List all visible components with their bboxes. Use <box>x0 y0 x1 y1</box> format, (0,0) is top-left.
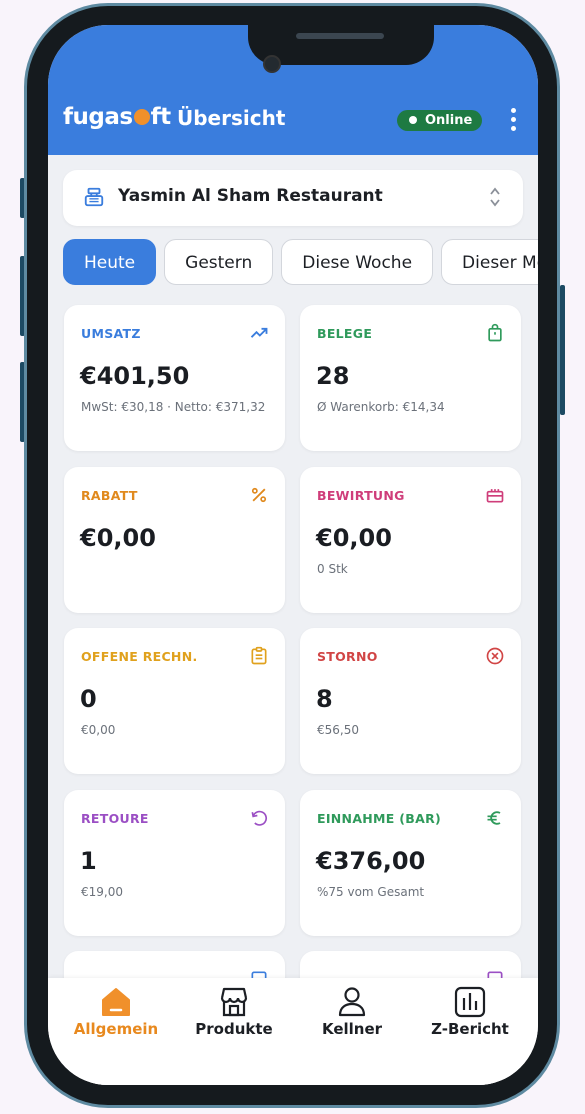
more-options-icon[interactable] <box>507 108 519 134</box>
card-value: 0 <box>80 685 97 713</box>
card-value: 1 <box>80 847 97 875</box>
bottom-navigation: Allgemein Produkte Kellner Z-Bericht <box>48 978 538 1085</box>
card-subtext: €56,50 <box>317 723 359 737</box>
home-icon <box>102 988 130 1016</box>
tab-gestern[interactable]: Gestern <box>164 239 274 285</box>
card-value: €0,00 <box>80 524 156 552</box>
card-value: €401,50 <box>80 362 190 390</box>
store-selector[interactable]: Yasmin Al Sham Restaurant <box>63 170 523 226</box>
nav-label: Z-Bericht <box>431 1020 509 1038</box>
percent-icon <box>251 487 267 503</box>
card-label: STORNO <box>317 649 378 664</box>
card-label: UMSATZ <box>81 326 141 341</box>
card-storno[interactable]: STORNO 8 €56,50 <box>300 628 521 774</box>
tab-dieser-monat[interactable]: Dieser Monat <box>441 239 538 285</box>
fugasoft-logo: fugas ft <box>63 104 171 130</box>
cancel-circle-icon <box>486 647 504 665</box>
store-name: Yasmin Al Sham Restaurant <box>118 186 383 206</box>
date-range-tabs: HeuteGesternDiese WocheDieser Monat <box>63 239 538 287</box>
cash-register-icon <box>84 187 104 207</box>
card-label: RABATT <box>81 488 138 503</box>
card-value: €376,00 <box>316 847 426 875</box>
card-belege[interactable]: BELEGE 28 Ø Warenkorb: €14,34 <box>300 305 521 451</box>
euro-icon <box>487 811 501 825</box>
card-value: €0,00 <box>316 524 392 552</box>
card-umsatz[interactable]: UMSATZ €401,50 MwSt: €30,18 · Netto: €37… <box>64 305 285 451</box>
nav-allgemein[interactable]: Allgemein <box>56 986 176 1038</box>
online-status-badge: Online <box>397 110 482 131</box>
card-label: BEWIRTUNG <box>317 488 405 503</box>
page-title: Übersicht <box>177 106 286 130</box>
person-icon <box>338 987 366 1017</box>
nav-produkte[interactable]: Produkte <box>174 986 294 1038</box>
status-dot-icon <box>409 116 417 124</box>
chevron-updown-icon <box>489 186 501 211</box>
store-icon <box>220 987 248 1017</box>
speaker <box>296 33 384 39</box>
shopping-bag-icon <box>488 323 502 342</box>
card-subtext: €0,00 <box>81 723 116 737</box>
card-einnahme-bar[interactable]: EINNAHME (BAR) €376,00 %75 vom Gesamt <box>300 790 521 936</box>
nav-label: Kellner <box>321 1020 383 1038</box>
card-value: 28 <box>316 362 350 390</box>
nav-kellner[interactable]: Kellner <box>292 986 412 1038</box>
card-subtext: %75 vom Gesamt <box>317 885 425 899</box>
bar-chart-icon <box>454 986 486 1018</box>
power-button <box>560 285 565 415</box>
gift-icon <box>486 489 504 503</box>
card-label: OFFENE RECHN. <box>81 649 198 664</box>
card-rabatt[interactable]: RABATT €0,00 <box>64 467 285 613</box>
nav-label: Allgemein <box>73 1020 159 1038</box>
card-subtext: 0 Stk <box>317 562 348 576</box>
card-label: BELEGE <box>317 326 373 341</box>
nav-z-bericht[interactable]: Z-Bericht <box>410 986 530 1038</box>
trending-up-icon <box>250 327 268 338</box>
app-screen: fugas ft Übersicht Online Yasmin Al Sham … <box>48 25 538 1085</box>
card-offene-rechnungen[interactable]: OFFENE RECHN. 0 €0,00 <box>64 628 285 774</box>
undo-icon <box>251 810 268 826</box>
nav-label: Produkte <box>195 1020 273 1038</box>
card-label: RETOURE <box>81 811 149 826</box>
card-bewirtung[interactable]: BEWIRTUNG €0,00 0 Stk <box>300 467 521 613</box>
tab-diese-woche[interactable]: Diese Woche <box>281 239 434 285</box>
card-subtext: €19,00 <box>81 885 123 899</box>
front-camera <box>263 55 281 73</box>
card-subtext: MwSt: €30,18 · Netto: €371,32 <box>81 400 266 414</box>
card-label: EINNAHME (BAR) <box>317 811 442 826</box>
card-subtext: Ø Warenkorb: €14,34 <box>317 400 445 414</box>
card-retoure[interactable]: RETOURE 1 €19,00 <box>64 790 285 936</box>
card-value: 8 <box>316 685 333 713</box>
clipboard-icon <box>251 646 267 665</box>
tab-heute[interactable]: Heute <box>63 239 157 285</box>
